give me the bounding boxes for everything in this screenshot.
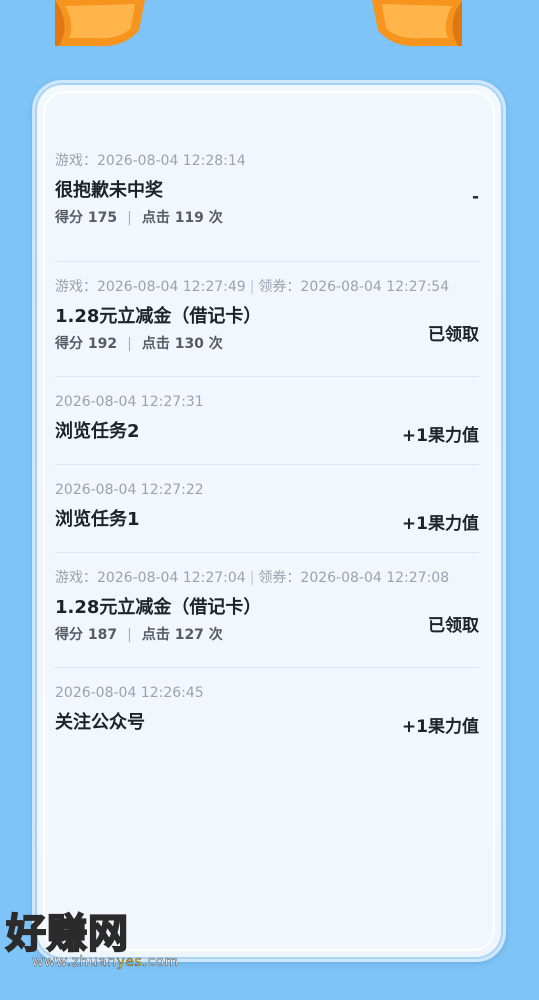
record-status: 已领取 [428,616,479,636]
coupon-time: 领券：2026-08-04 12:27:08 [258,570,450,586]
ribbon-left-decoration [55,0,145,47]
record-title: 很抱歉未中奖 [55,180,163,201]
record-title: 1.28元立减金（借记卡） [55,306,262,327]
score-value: 得分 187 [55,627,118,643]
divider: | [249,279,255,295]
watermark-url-suffix: .com [142,954,179,970]
click-count: 点击 127 次 [141,627,223,643]
watermark-url-highlight: yes [116,954,143,970]
list-item: 游戏：2026-08-04 12:28:14 很抱歉未中奖 得分 175 | 点击 … [55,151,479,262]
record-time: 2026-08-04 12:27:22 [55,482,204,498]
list-item: 游戏：2026-08-04 12:27:49 | 领券：2026-08-04 12:… [55,262,479,377]
records-list[interactable]: 游戏：2026-08-04 12:28:14 很抱歉未中奖 得分 175 | 点击 … [55,151,479,748]
record-status: 已领取 [428,325,479,345]
record-score: 得分 192 | 点击 130 次 [55,334,479,354]
watermark-url-prefix: www.zhuan [32,954,117,970]
list-item: 2026-08-04 12:27:31 浏览任务2 +1果力值 [55,377,479,465]
score-value: 得分 192 [55,336,118,352]
watermark-url: www.zhuanyes.com [32,954,179,970]
records-card-inner: 游戏：2026-08-04 12:28:14 很抱歉未中奖 得分 175 | 点击 … [43,91,495,951]
record-status: +1果力值 [401,514,479,534]
divider: | [127,336,132,352]
record-score: 得分 175 | 点击 119 次 [55,208,479,228]
click-count: 点击 130 次 [141,336,223,352]
divider: | [127,210,132,226]
game-time: 游戏：2026-08-04 12:27:49 [55,279,246,295]
record-time: 游戏：2026-08-04 12:27:04 | 领券：2026-08-04 12:… [55,568,479,588]
record-status: +1果力值 [401,717,479,737]
record-time: 游戏：2026-08-04 12:28:14 [55,153,246,169]
record-time: 2026-08-04 12:26:45 [55,685,204,701]
score-value: 得分 175 [55,210,118,226]
coupon-time: 领券：2026-08-04 12:27:54 [258,279,450,295]
list-item: 游戏：2026-08-04 12:27:04 | 领券：2026-08-04 12:… [55,553,479,668]
record-score: 得分 187 | 点击 127 次 [55,625,479,645]
watermark-logo: 好赚网 www.zhuanyes.com [5,911,179,970]
game-time: 游戏：2026-08-04 12:27:04 [55,570,246,586]
list-item: 2026-08-04 12:26:45 关注公众号 +1果力值 [55,668,479,748]
record-time: 2026-08-04 12:27:31 [55,394,204,410]
watermark-text: 好赚网 [5,911,129,957]
ribbon-right-decoration [372,0,462,47]
divider: | [249,570,255,586]
record-time: 游戏：2026-08-04 12:27:49 | 领券：2026-08-04 12:… [55,277,479,297]
record-status: - [471,187,479,207]
list-item: 2026-08-04 12:27:22 浏览任务1 +1果力值 [55,465,479,553]
click-count: 点击 119 次 [141,210,223,226]
record-title: 1.28元立减金（借记卡） [55,597,262,618]
record-status: +1果力值 [401,426,479,446]
records-card: 游戏：2026-08-04 12:28:14 很抱歉未中奖 得分 175 | 点击 … [32,80,506,962]
divider: | [127,627,132,643]
